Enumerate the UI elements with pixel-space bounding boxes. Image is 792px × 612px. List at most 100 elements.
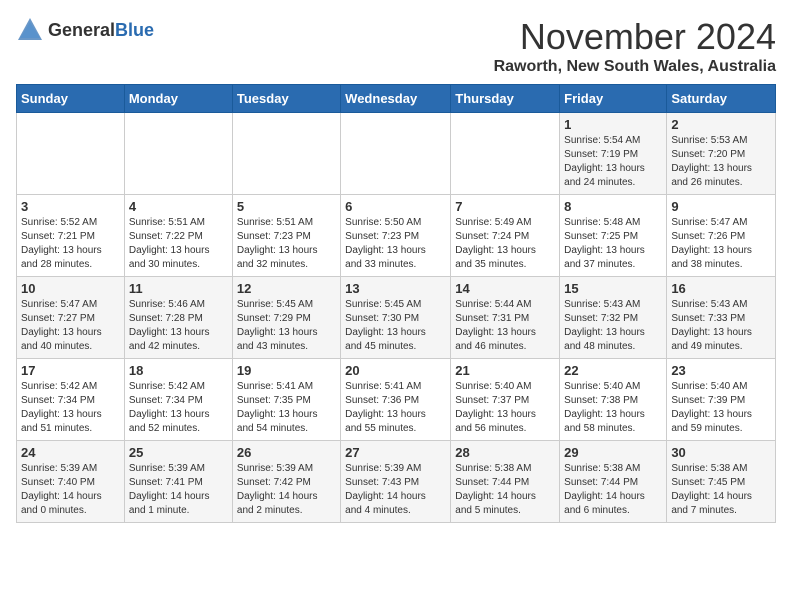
day-number: 30 [671, 445, 771, 460]
header-saturday: Saturday [667, 85, 776, 113]
day-info: Sunrise: 5:39 AM Sunset: 7:41 PM Dayligh… [129, 462, 228, 518]
header-friday: Friday [560, 85, 667, 113]
day-info: Sunrise: 5:42 AM Sunset: 7:34 PM Dayligh… [21, 380, 120, 436]
day-number: 27 [345, 445, 446, 460]
day-number: 11 [129, 281, 228, 296]
day-number: 21 [455, 363, 555, 378]
calendar-cell: 25 Sunrise: 5:39 AM Sunset: 7:41 PM Dayli… [124, 441, 232, 523]
day-number: 6 [345, 199, 446, 214]
day-number: 1 [564, 117, 662, 132]
location-title: Raworth, New South Wales, Australia [494, 58, 776, 76]
calendar-cell: 11Sunrise: 5:46 AM Sunset: 7:28 PM Dayli… [124, 277, 232, 359]
calendar-week-row: 24 Sunrise: 5:39 AM Sunset: 7:40 PM Dayli… [17, 441, 776, 523]
day-number: 13 [345, 281, 446, 296]
calendar-week-row: 17 Sunrise: 5:42 AM Sunset: 7:34 PM Dayli… [17, 359, 776, 441]
calendar-cell: 26 Sunrise: 5:39 AM Sunset: 7:42 PM Dayli… [232, 441, 340, 523]
calendar-cell: 21 Sunrise: 5:40 AM Sunset: 7:37 PM Dayli… [451, 359, 560, 441]
day-info: Sunrise: 5:39 AM Sunset: 7:40 PM Dayligh… [21, 462, 120, 518]
day-info: Sunrise: 5:50 AM Sunset: 7:23 PM Dayligh… [345, 216, 446, 272]
day-number: 23 [671, 363, 771, 378]
day-info: Sunrise: 5:48 AM Sunset: 7:25 PM Dayligh… [564, 216, 662, 272]
calendar-cell [232, 113, 340, 195]
logo-general: General [48, 20, 115, 40]
header-thursday: Thursday [451, 85, 560, 113]
calendar-cell: 3 Sunrise: 5:52 AM Sunset: 7:21 PM Daylig… [17, 195, 125, 277]
day-info: Sunrise: 5:43 AM Sunset: 7:32 PM Dayligh… [564, 298, 662, 354]
calendar-cell: 14 Sunrise: 5:44 AM Sunset: 7:31 PM Dayli… [451, 277, 560, 359]
calendar-cell: 18Sunrise: 5:42 AM Sunset: 7:34 PM Dayli… [124, 359, 232, 441]
day-info: Sunrise: 5:39 AM Sunset: 7:43 PM Dayligh… [345, 462, 446, 518]
calendar-cell: 30 Sunrise: 5:38 AM Sunset: 7:45 PM Dayli… [667, 441, 776, 523]
day-info: Sunrise: 5:40 AM Sunset: 7:39 PM Dayligh… [671, 380, 771, 436]
day-number: 14 [455, 281, 555, 296]
day-info: Sunrise: 5:51 AM Sunset: 7:23 PM Dayligh… [237, 216, 336, 272]
calendar-cell: 20 Sunrise: 5:41 AM Sunset: 7:36 PM Dayli… [341, 359, 451, 441]
day-info: Sunrise: 5:54 AM Sunset: 7:19 PM Dayligh… [564, 134, 662, 190]
calendar-cell: 10 Sunrise: 5:47 AM Sunset: 7:27 PM Dayli… [17, 277, 125, 359]
calendar-cell: 15Sunrise: 5:43 AM Sunset: 7:32 PM Dayli… [560, 277, 667, 359]
calendar-cell: 7 Sunrise: 5:49 AM Sunset: 7:24 PM Daylig… [451, 195, 560, 277]
day-number: 16 [671, 281, 771, 296]
day-info: Sunrise: 5:44 AM Sunset: 7:31 PM Dayligh… [455, 298, 555, 354]
day-number: 25 [129, 445, 228, 460]
calendar-cell: 22 Sunrise: 5:40 AM Sunset: 7:38 PM Dayli… [560, 359, 667, 441]
day-number: 4 [129, 199, 228, 214]
calendar-cell [17, 113, 125, 195]
day-number: 2 [671, 117, 771, 132]
day-number: 26 [237, 445, 336, 460]
day-info: Sunrise: 5:45 AM Sunset: 7:30 PM Dayligh… [345, 298, 446, 354]
calendar-cell: 24 Sunrise: 5:39 AM Sunset: 7:40 PM Dayli… [17, 441, 125, 523]
header-sunday: Sunday [17, 85, 125, 113]
calendar-cell [124, 113, 232, 195]
calendar-cell: 2 Sunrise: 5:53 AM Sunset: 7:20 PM Daylig… [667, 113, 776, 195]
calendar-cell: 29Sunrise: 5:38 AM Sunset: 7:44 PM Dayli… [560, 441, 667, 523]
day-number: 9 [671, 199, 771, 214]
logo-text: GeneralBlue [48, 20, 154, 41]
day-number: 10 [21, 281, 120, 296]
day-number: 17 [21, 363, 120, 378]
day-info: Sunrise: 5:53 AM Sunset: 7:20 PM Dayligh… [671, 134, 771, 190]
calendar-cell: 27 Sunrise: 5:39 AM Sunset: 7:43 PM Dayli… [341, 441, 451, 523]
day-info: Sunrise: 5:52 AM Sunset: 7:21 PM Dayligh… [21, 216, 120, 272]
calendar-cell: 9 Sunrise: 5:47 AM Sunset: 7:26 PM Daylig… [667, 195, 776, 277]
calendar-cell: 5Sunrise: 5:51 AM Sunset: 7:23 PM Daylig… [232, 195, 340, 277]
calendar-week-row: 10 Sunrise: 5:47 AM Sunset: 7:27 PM Dayli… [17, 277, 776, 359]
day-info: Sunrise: 5:49 AM Sunset: 7:24 PM Dayligh… [455, 216, 555, 272]
day-number: 3 [21, 199, 120, 214]
calendar-cell [451, 113, 560, 195]
day-number: 12 [237, 281, 336, 296]
day-number: 29 [564, 445, 662, 460]
calendar-table: SundayMondayTuesdayWednesdayThursdayFrid… [16, 84, 776, 523]
logo-icon [16, 16, 44, 44]
calendar-cell: 4 Sunrise: 5:51 AM Sunset: 7:22 PM Daylig… [124, 195, 232, 277]
day-info: Sunrise: 5:51 AM Sunset: 7:22 PM Dayligh… [129, 216, 228, 272]
day-info: Sunrise: 5:47 AM Sunset: 7:26 PM Dayligh… [671, 216, 771, 272]
day-info: Sunrise: 5:38 AM Sunset: 7:45 PM Dayligh… [671, 462, 771, 518]
calendar-cell: 6 Sunrise: 5:50 AM Sunset: 7:23 PM Daylig… [341, 195, 451, 277]
day-info: Sunrise: 5:41 AM Sunset: 7:36 PM Dayligh… [345, 380, 446, 436]
calendar-cell: 1 Sunrise: 5:54 AM Sunset: 7:19 PM Daylig… [560, 113, 667, 195]
calendar-week-row: 1 Sunrise: 5:54 AM Sunset: 7:19 PM Daylig… [17, 113, 776, 195]
day-info: Sunrise: 5:47 AM Sunset: 7:27 PM Dayligh… [21, 298, 120, 354]
logo: GeneralBlue [16, 16, 154, 44]
day-info: Sunrise: 5:40 AM Sunset: 7:37 PM Dayligh… [455, 380, 555, 436]
day-number: 20 [345, 363, 446, 378]
day-number: 22 [564, 363, 662, 378]
day-number: 7 [455, 199, 555, 214]
day-info: Sunrise: 5:39 AM Sunset: 7:42 PM Dayligh… [237, 462, 336, 518]
calendar-cell: 8Sunrise: 5:48 AM Sunset: 7:25 PM Daylig… [560, 195, 667, 277]
header-wednesday: Wednesday [341, 85, 451, 113]
day-info: Sunrise: 5:38 AM Sunset: 7:44 PM Dayligh… [455, 462, 555, 518]
calendar-cell: 17 Sunrise: 5:42 AM Sunset: 7:34 PM Dayli… [17, 359, 125, 441]
calendar-cell: 12Sunrise: 5:45 AM Sunset: 7:29 PM Dayli… [232, 277, 340, 359]
day-info: Sunrise: 5:43 AM Sunset: 7:33 PM Dayligh… [671, 298, 771, 354]
calendar-week-row: 3 Sunrise: 5:52 AM Sunset: 7:21 PM Daylig… [17, 195, 776, 277]
day-number: 24 [21, 445, 120, 460]
header-tuesday: Tuesday [232, 85, 340, 113]
title-area: November 2024 Raworth, New South Wales, … [494, 16, 776, 76]
calendar-cell: 19Sunrise: 5:41 AM Sunset: 7:35 PM Dayli… [232, 359, 340, 441]
logo-blue: Blue [115, 20, 154, 40]
day-info: Sunrise: 5:41 AM Sunset: 7:35 PM Dayligh… [237, 380, 336, 436]
calendar-cell: 23 Sunrise: 5:40 AM Sunset: 7:39 PM Dayli… [667, 359, 776, 441]
day-info: Sunrise: 5:40 AM Sunset: 7:38 PM Dayligh… [564, 380, 662, 436]
